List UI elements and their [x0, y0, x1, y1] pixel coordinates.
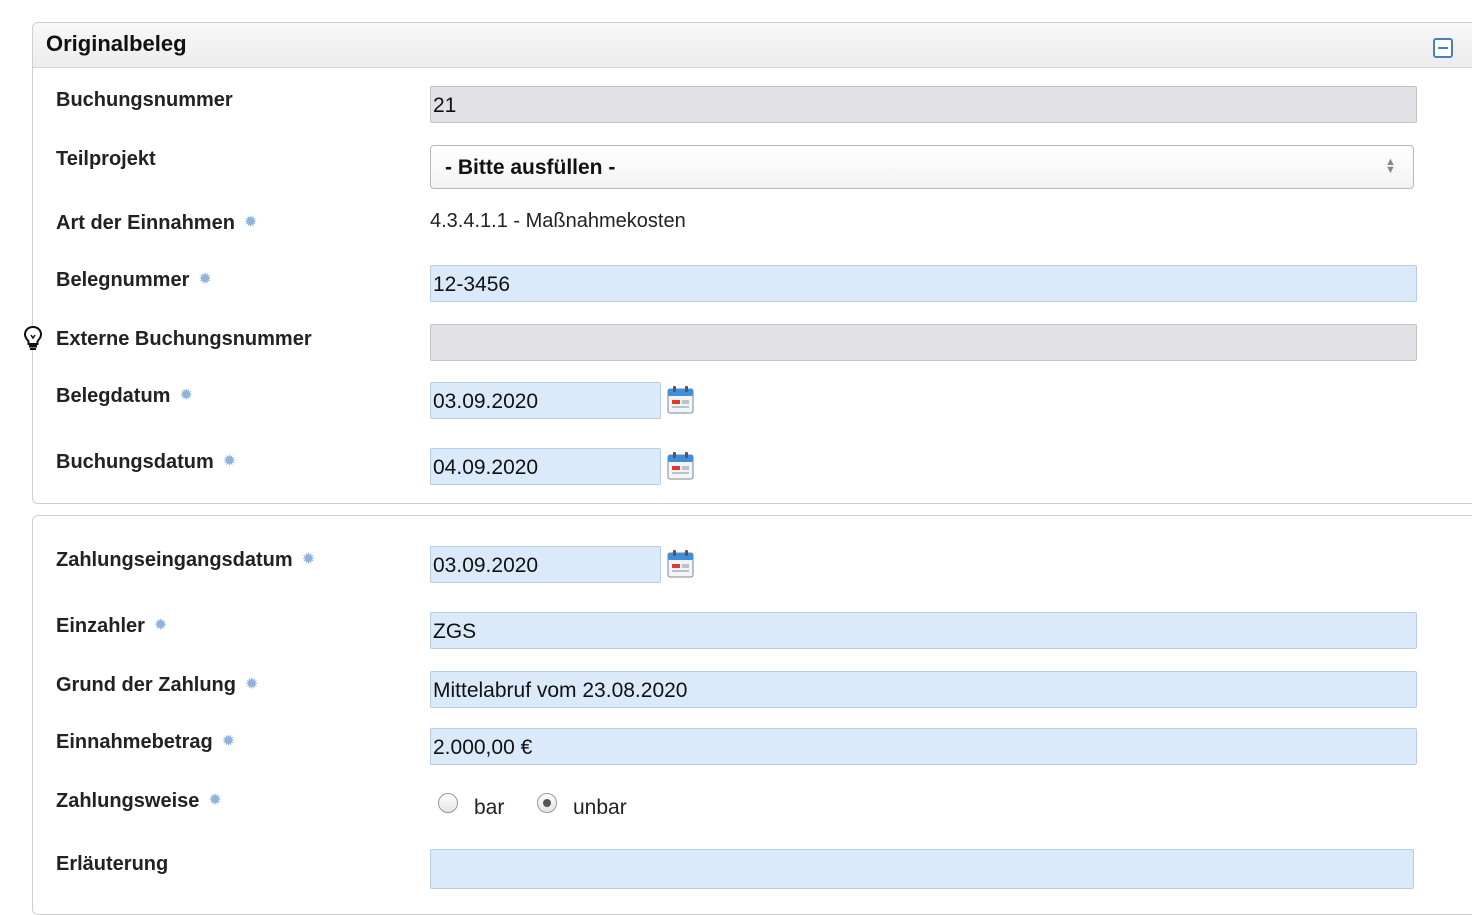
- lightbulb-icon[interactable]: [23, 325, 43, 351]
- buchungsdatum-label: Buchungsdatum ✹: [56, 451, 236, 474]
- calendar-icon[interactable]: [667, 452, 694, 480]
- required-marker-icon: ✹: [221, 733, 236, 750]
- belegdatum-label-text: Belegdatum: [56, 385, 171, 407]
- teilprojekt-select[interactable]: - Bitte ausfüllen - ▲ ▼: [430, 145, 1414, 189]
- radio-unbar[interactable]: [537, 793, 557, 813]
- buchungsnummer-label-text: Buchungsnummer: [56, 89, 233, 111]
- radio-bar[interactable]: [438, 793, 458, 813]
- zahlungsweise-label: Zahlungsweise ✹: [56, 790, 222, 813]
- grund-der-zahlung-label: Grund der Zahlung ✹: [56, 674, 258, 697]
- calendar-icon[interactable]: [667, 386, 694, 414]
- buchungsnummer-label: Buchungsnummer: [56, 89, 233, 112]
- zahlungseingangsdatum-label: Zahlungseingangsdatum ✹: [56, 549, 315, 572]
- art-einnahmen-label-text: Art der Einnahmen: [56, 212, 235, 234]
- einnahmebetrag-input[interactable]: 2.000,00 €: [430, 728, 1417, 765]
- buchungsdatum-label-text: Buchungsdatum: [56, 451, 214, 473]
- radio-option-bar[interactable]: bar: [438, 791, 518, 821]
- teilprojekt-label-text: Teilprojekt: [56, 148, 156, 170]
- einzahler-label: Einzahler ✹: [56, 615, 167, 638]
- belegnummer-label-text: Belegnummer: [56, 269, 190, 291]
- erlaeuterung-label: Erläuterung: [56, 853, 168, 876]
- grund-der-zahlung-label-text: Grund der Zahlung: [56, 674, 236, 696]
- zahlungsweise-label-text: Zahlungsweise: [56, 790, 200, 812]
- zahlungseingangsdatum-input[interactable]: 03.09.2020: [430, 546, 661, 583]
- art-einnahmen-value: 4.3.4.1.1 - Maßnahmekosten: [430, 210, 686, 232]
- radio-bar-label[interactable]: bar: [474, 796, 504, 820]
- belegdatum-input[interactable]: 03.09.2020: [430, 382, 661, 419]
- required-marker-icon: ✹: [153, 617, 168, 634]
- required-marker-icon: ✹: [179, 387, 193, 404]
- required-marker-icon: ✹: [198, 271, 212, 288]
- buchungsnummer-field: 21: [430, 86, 1417, 123]
- required-marker-icon: ✹: [245, 676, 259, 693]
- einnahmebetrag-label-text: Einnahmebetrag: [56, 731, 213, 753]
- belegnummer-input[interactable]: 12-3456: [430, 265, 1417, 302]
- erlaeuterung-textarea[interactable]: [430, 849, 1414, 889]
- art-einnahmen-label: Art der Einnahmen ✹: [56, 212, 257, 235]
- belegdatum-label: Belegdatum ✹: [56, 385, 193, 408]
- grund-der-zahlung-input[interactable]: Mittelabruf vom 23.08.2020: [430, 671, 1417, 708]
- erlaeuterung-label-text: Erläuterung: [56, 853, 169, 875]
- panel-header: Originalbeleg: [33, 23, 1472, 68]
- zahlungseingangsdatum-label-text: Zahlungseingangsdatum: [56, 549, 293, 571]
- radio-unbar-label[interactable]: unbar: [573, 796, 627, 820]
- externe-buchungsnummer-label-text: Externe Buchungsnummer: [56, 328, 312, 350]
- einzahler-input[interactable]: ZGS: [430, 612, 1417, 649]
- select-arrows-icon: ▲ ▼: [1385, 156, 1396, 176]
- required-marker-icon: ✹: [301, 551, 316, 568]
- externe-buchungsnummer-label: Externe Buchungsnummer: [56, 328, 312, 351]
- collapse-icon[interactable]: [1433, 38, 1453, 58]
- einnahmebetrag-label: Einnahmebetrag ✹: [56, 731, 235, 754]
- required-marker-icon: ✹: [222, 453, 237, 470]
- required-marker-icon: ✹: [208, 792, 222, 809]
- buchungsdatum-input[interactable]: 04.09.2020: [430, 448, 661, 485]
- panel-title: Originalbeleg: [46, 31, 187, 56]
- einzahler-label-text: Einzahler: [56, 615, 145, 637]
- teilprojekt-label: Teilprojekt: [56, 148, 156, 171]
- externe-buchungsnummer-field: [430, 324, 1417, 361]
- calendar-icon[interactable]: [667, 550, 694, 578]
- required-marker-icon: ✹: [243, 214, 258, 231]
- belegnummer-label: Belegnummer ✹: [56, 269, 212, 292]
- teilprojekt-selected-value: - Bitte ausfüllen -: [445, 156, 616, 179]
- radio-option-unbar[interactable]: unbar: [537, 791, 647, 821]
